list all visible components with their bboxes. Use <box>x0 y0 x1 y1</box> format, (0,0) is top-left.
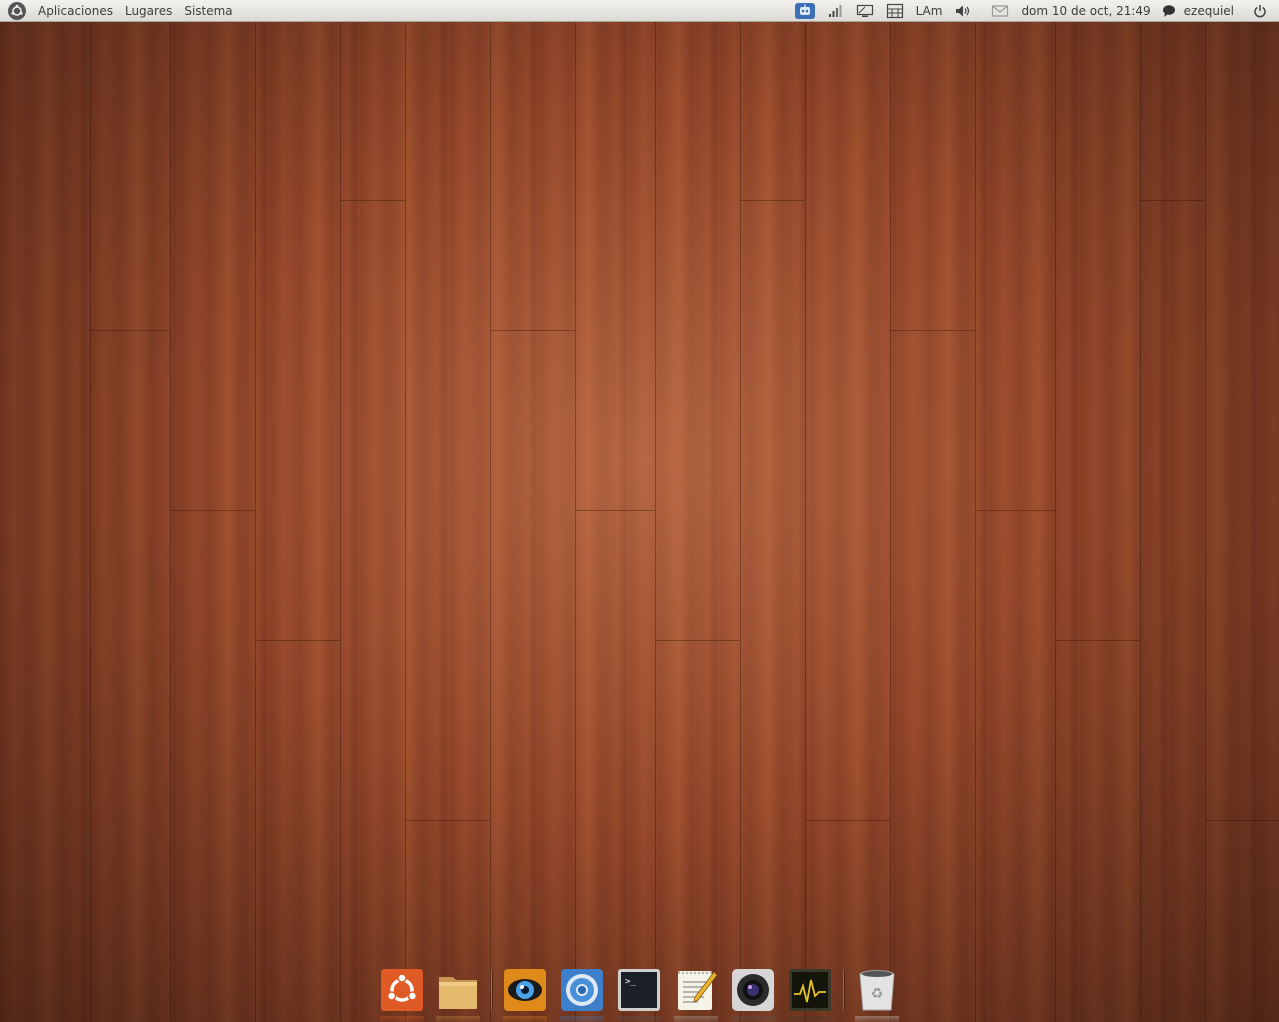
wood-cut <box>255 640 340 641</box>
dock-eye-app-icon[interactable] <box>503 968 547 1012</box>
wood-cut <box>170 510 255 511</box>
user-name[interactable]: ezequiel <box>1178 0 1240 22</box>
dock-web-browser-icon[interactable] <box>560 968 604 1012</box>
chat-icon[interactable] <box>1162 2 1176 20</box>
svg-text:>_: >_ <box>625 977 636 987</box>
dock-reflection <box>436 1016 480 1022</box>
wood-cut <box>340 200 405 201</box>
wood-seam <box>1055 0 1056 1022</box>
wood-seam <box>170 0 171 1022</box>
robot-icon[interactable] <box>794 2 815 19</box>
svg-text:♻: ♻ <box>871 986 884 1002</box>
mail-icon[interactable] <box>990 2 1010 20</box>
menu-places[interactable]: Lugares <box>119 0 178 22</box>
wood-seam <box>740 0 741 1022</box>
dock-reflection <box>855 1016 899 1022</box>
ubuntu-logo-icon[interactable] <box>8 1 26 20</box>
wood-seam <box>805 0 806 1022</box>
wood-seam <box>340 0 341 1022</box>
dock-reflection <box>731 1016 775 1022</box>
dock-camera-app-icon[interactable] <box>731 968 775 1012</box>
wood-cut <box>1055 640 1140 641</box>
dock-reflection <box>617 1016 661 1022</box>
dock-trash-icon[interactable]: ♻ <box>855 968 899 1012</box>
wood-seam <box>575 0 576 1022</box>
wood-seam <box>405 0 406 1022</box>
wood-seam <box>655 0 656 1022</box>
dock-reflection <box>503 1016 547 1022</box>
keyboard-layout-label[interactable]: LAm <box>910 0 949 22</box>
dock-reflection <box>380 1016 424 1022</box>
menu-system[interactable]: Sistema <box>178 0 238 22</box>
top-panel: Aplicaciones Lugares Sistema LAm dom 10 … <box>0 0 1279 22</box>
panel-menu-bar: Aplicaciones Lugares Sistema <box>0 0 239 22</box>
desktop[interactable]: Aplicaciones Lugares Sistema LAm dom 10 … <box>0 0 1279 1022</box>
wood-cut <box>90 330 170 331</box>
dock-reflection <box>788 1016 832 1022</box>
clock[interactable]: dom 10 de oct, 21:49 <box>1015 0 1156 22</box>
dock-text-editor-icon[interactable] <box>674 968 718 1012</box>
power-icon[interactable] <box>1250 2 1270 20</box>
wood-seam <box>255 0 256 1022</box>
keyboard-icon[interactable] <box>885 2 905 20</box>
wood-cut <box>405 820 490 821</box>
wood-cut <box>740 200 805 201</box>
wood-seam <box>1140 0 1141 1022</box>
wood-cut <box>1205 820 1279 821</box>
dock-reflection <box>560 1016 604 1022</box>
wood-cut <box>1140 200 1205 201</box>
dock-ubuntu-launcher-icon[interactable] <box>380 968 424 1012</box>
wood-seam <box>975 0 976 1022</box>
wood-cut <box>655 640 740 641</box>
dock-terminal-icon[interactable]: >_ <box>617 968 661 1012</box>
signal-icon[interactable] <box>825 2 845 20</box>
panel-indicators: LAm dom 10 de oct, 21:49 ezequiel <box>790 0 1279 22</box>
wood-cut <box>890 330 975 331</box>
dock-separator <box>491 970 492 1010</box>
wood-seam <box>90 0 91 1022</box>
dock-reflection <box>674 1016 718 1022</box>
menu-applications[interactable]: Aplicaciones <box>32 0 119 22</box>
wood-cut <box>975 510 1055 511</box>
wood-seam <box>490 0 491 1022</box>
volume-icon[interactable] <box>953 2 973 20</box>
dock-system-monitor-icon[interactable] <box>788 968 832 1012</box>
wood-cut <box>805 820 890 821</box>
wood-cut <box>490 330 575 331</box>
wood-seam <box>890 0 891 1022</box>
display-icon[interactable] <box>855 2 875 20</box>
dock-files-icon[interactable] <box>436 968 480 1012</box>
dock: >_ ♻ <box>372 964 906 1022</box>
wood-cut <box>575 510 655 511</box>
dock-separator <box>843 970 844 1010</box>
wood-seam <box>1205 0 1206 1022</box>
